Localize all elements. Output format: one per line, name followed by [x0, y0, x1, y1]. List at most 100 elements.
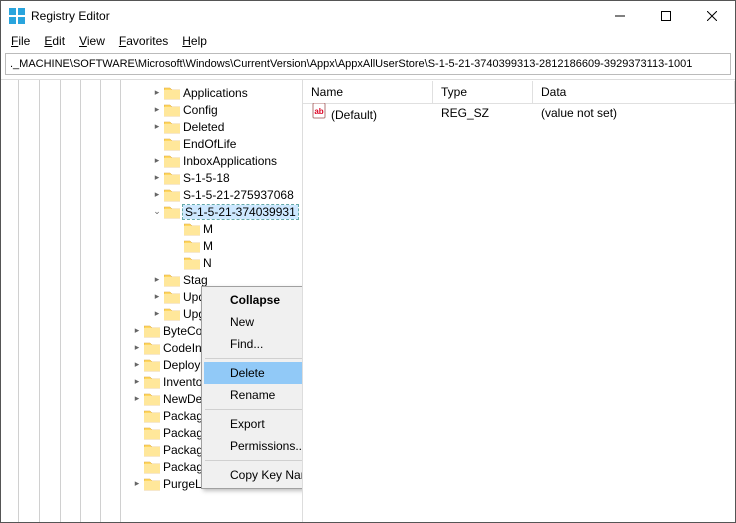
- tree-key[interactable]: M: [1, 220, 302, 237]
- chevron-right-icon[interactable]: ▸: [131, 342, 143, 353]
- chevron-right-icon[interactable]: ▸: [151, 172, 163, 183]
- minimize-button[interactable]: [597, 1, 643, 31]
- tree-key-label: Config: [183, 103, 218, 117]
- folder-icon: [144, 443, 160, 457]
- chevron-down-icon[interactable]: ⌄: [151, 206, 163, 217]
- tree-key[interactable]: M: [1, 237, 302, 254]
- folder-icon: [144, 409, 160, 423]
- menu-item-copy-key-name[interactable]: Copy Key Name: [204, 464, 303, 486]
- tree-key-label: InboxApplications: [183, 154, 277, 168]
- chevron-right-icon[interactable]: ▸: [151, 87, 163, 98]
- folder-icon: [144, 477, 160, 491]
- folder-icon: [144, 426, 160, 440]
- folder-icon: [164, 120, 180, 134]
- tree-key-label: EndOfLife: [183, 137, 236, 151]
- tree-key[interactable]: N: [1, 254, 302, 271]
- tree-key-label: N: [203, 256, 212, 270]
- menu-item-permissions[interactable]: Permissions...: [204, 435, 303, 457]
- tree-key[interactable]: ▸ S-1-5-18: [1, 169, 302, 186]
- tree-key-label: Invento: [163, 375, 202, 389]
- folder-icon: [164, 307, 180, 321]
- chevron-right-icon[interactable]: ▸: [151, 308, 163, 319]
- tree-key-label: S-1-5-21-275937068: [183, 188, 294, 202]
- tree-key-label: M: [203, 239, 213, 253]
- tree-key[interactable]: ▸ S-1-5-21-275937068: [1, 186, 302, 203]
- window-title: Registry Editor: [31, 9, 110, 23]
- menu-edit[interactable]: Edit: [38, 32, 71, 50]
- col-header-data[interactable]: Data: [533, 81, 735, 103]
- maximize-button[interactable]: [643, 1, 689, 31]
- chevron-right-icon[interactable]: ▸: [151, 189, 163, 200]
- menu-item-export[interactable]: Export: [204, 413, 303, 435]
- folder-icon: [164, 103, 180, 117]
- tree-key-label: S-1-5-18: [183, 171, 230, 185]
- app-icon: [9, 8, 25, 24]
- folder-icon: [144, 324, 160, 338]
- tree-key-label: Applications: [183, 86, 248, 100]
- folder-icon: [144, 375, 160, 389]
- tree-key[interactable]: ▸ Deleted: [1, 118, 302, 135]
- tree-key-label: Stag: [183, 273, 208, 287]
- folder-icon: [184, 239, 200, 253]
- titlebar[interactable]: Registry Editor: [1, 1, 735, 31]
- folder-icon: [164, 273, 180, 287]
- list-header[interactable]: Name Type Data: [303, 80, 735, 104]
- folder-icon: [164, 86, 180, 100]
- menubar: FileEditViewFavoritesHelp: [1, 31, 735, 51]
- folder-icon: [164, 171, 180, 185]
- chevron-right-icon[interactable]: ▸: [151, 155, 163, 166]
- folder-icon: [184, 256, 200, 270]
- folder-icon: [144, 358, 160, 372]
- menu-separator: [205, 358, 303, 359]
- menu-item-new[interactable]: New▶: [204, 311, 303, 333]
- folder-icon: [184, 222, 200, 236]
- menu-item-find[interactable]: Find...: [204, 333, 303, 355]
- tree-pane[interactable]: ▸ Applications ▸ Config ▸ Deleted EndOfLife ▸ In…: [1, 80, 303, 522]
- value-type: REG_SZ: [433, 106, 533, 120]
- chevron-right-icon[interactable]: ▸: [131, 325, 143, 336]
- tree-key-label: S-1-5-21-374039931: [183, 205, 298, 219]
- chevron-right-icon[interactable]: ▸: [131, 393, 143, 404]
- chevron-right-icon[interactable]: ▸: [151, 121, 163, 132]
- close-button[interactable]: [689, 1, 735, 31]
- address-bar[interactable]: ._MACHINE\SOFTWARE\Microsoft\Windows\Cur…: [5, 53, 731, 75]
- chevron-right-icon[interactable]: ▸: [131, 478, 143, 489]
- folder-icon: [144, 341, 160, 355]
- tree-key[interactable]: ⌄ S-1-5-21-374039931: [1, 203, 302, 220]
- menu-file[interactable]: File: [5, 32, 36, 50]
- folder-icon: [164, 188, 180, 202]
- values-pane[interactable]: Name Type Data (Default)REG_SZ(value not…: [303, 80, 735, 522]
- registry-editor-window: Registry Editor FileEditViewFavoritesHel…: [0, 0, 736, 523]
- value-row[interactable]: (Default)REG_SZ(value not set): [303, 104, 735, 122]
- tree-key-label: CodeInt: [163, 341, 205, 355]
- chevron-right-icon[interactable]: ▸: [151, 291, 163, 302]
- chevron-right-icon[interactable]: ▸: [131, 376, 143, 387]
- tree-key[interactable]: ▸ InboxApplications: [1, 152, 302, 169]
- tree-key-label: Deleted: [183, 120, 224, 134]
- menu-separator: [205, 460, 303, 461]
- folder-icon: [164, 137, 180, 151]
- folder-icon: [164, 205, 180, 219]
- chevron-right-icon[interactable]: ▸: [151, 274, 163, 285]
- folder-icon: [144, 392, 160, 406]
- tree-key[interactable]: EndOfLife: [1, 135, 302, 152]
- value-data: (value not set): [533, 106, 735, 120]
- tree-key[interactable]: ▸ Applications: [1, 84, 302, 101]
- menu-favorites[interactable]: Favorites: [113, 32, 174, 50]
- string-value-icon: [311, 104, 327, 118]
- chevron-right-icon[interactable]: ▸: [151, 104, 163, 115]
- folder-icon: [164, 290, 180, 304]
- menu-item-rename[interactable]: Rename: [204, 384, 303, 406]
- menu-help[interactable]: Help: [176, 32, 213, 50]
- folder-icon: [144, 460, 160, 474]
- tree-key[interactable]: ▸ Config: [1, 101, 302, 118]
- menu-item-delete[interactable]: Delete: [204, 362, 303, 384]
- col-header-type[interactable]: Type: [433, 81, 533, 103]
- menu-separator: [205, 409, 303, 410]
- col-header-name[interactable]: Name: [303, 81, 433, 103]
- menu-view[interactable]: View: [73, 32, 111, 50]
- chevron-right-icon[interactable]: ▸: [131, 359, 143, 370]
- context-menu: CollapseNew▶Find... DeleteRename ExportPer…: [201, 286, 303, 489]
- menu-item-collapse[interactable]: Collapse: [204, 289, 303, 311]
- address-text: ._MACHINE\SOFTWARE\Microsoft\Windows\Cur…: [10, 58, 692, 70]
